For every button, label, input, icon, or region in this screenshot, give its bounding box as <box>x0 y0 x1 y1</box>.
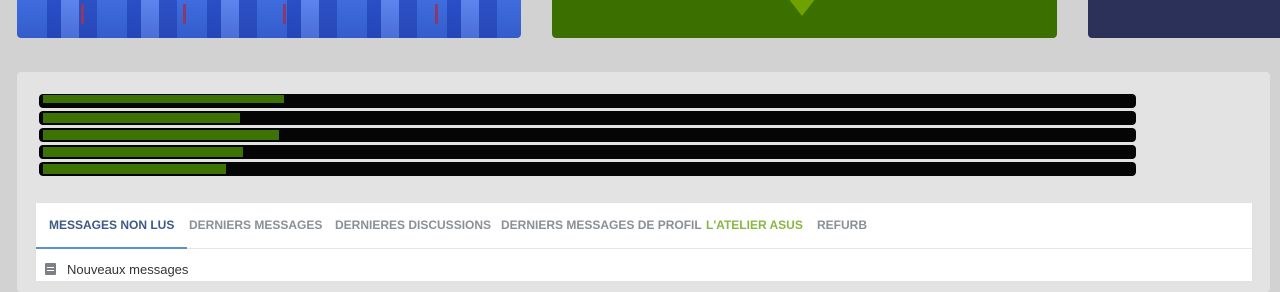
document-icon <box>45 263 56 275</box>
down-arrow-icon <box>788 0 816 16</box>
tie-decoration <box>183 4 186 24</box>
progress-bar <box>39 94 1136 108</box>
progress-fill <box>43 164 227 174</box>
tab-derniers-messages-de-profil[interactable]: DERNIERS MESSAGES DE PROFIL <box>501 203 702 247</box>
section-title: Nouveaux messages <box>67 262 189 277</box>
progress-fill <box>43 113 241 123</box>
tab-atelier-asus[interactable]: L'ATELIER ASUS <box>706 203 803 247</box>
tab-dernieres-discussions[interactable]: DERNIERES DISCUSSIONS <box>335 203 491 247</box>
navy-banner[interactable] <box>1088 0 1280 38</box>
progress-bar <box>39 145 1136 159</box>
progress-fill <box>43 147 243 157</box>
progress-fill <box>43 95 285 103</box>
team-banner[interactable] <box>17 0 521 38</box>
tab-derniers-messages[interactable]: DERNIERS MESSAGES <box>189 203 322 247</box>
tie-decoration <box>283 4 286 24</box>
green-banner[interactable] <box>552 0 1057 38</box>
tie-decoration <box>81 4 84 24</box>
messages-panel: MESSAGES NON LUS DERNIERS MESSAGES DERNI… <box>35 202 1253 282</box>
progress-bars <box>39 94 1136 179</box>
tab-bar: MESSAGES NON LUS DERNIERS MESSAGES DERNI… <box>36 203 1252 249</box>
progress-bar <box>39 162 1136 176</box>
progress-fill <box>43 130 279 140</box>
tab-messages-non-lus[interactable]: MESSAGES NON LUS <box>36 203 188 249</box>
tab-refurb[interactable]: REFURB <box>817 203 867 247</box>
tie-decoration <box>435 4 438 24</box>
progress-bar <box>39 128 1136 142</box>
progress-bar <box>39 111 1136 125</box>
